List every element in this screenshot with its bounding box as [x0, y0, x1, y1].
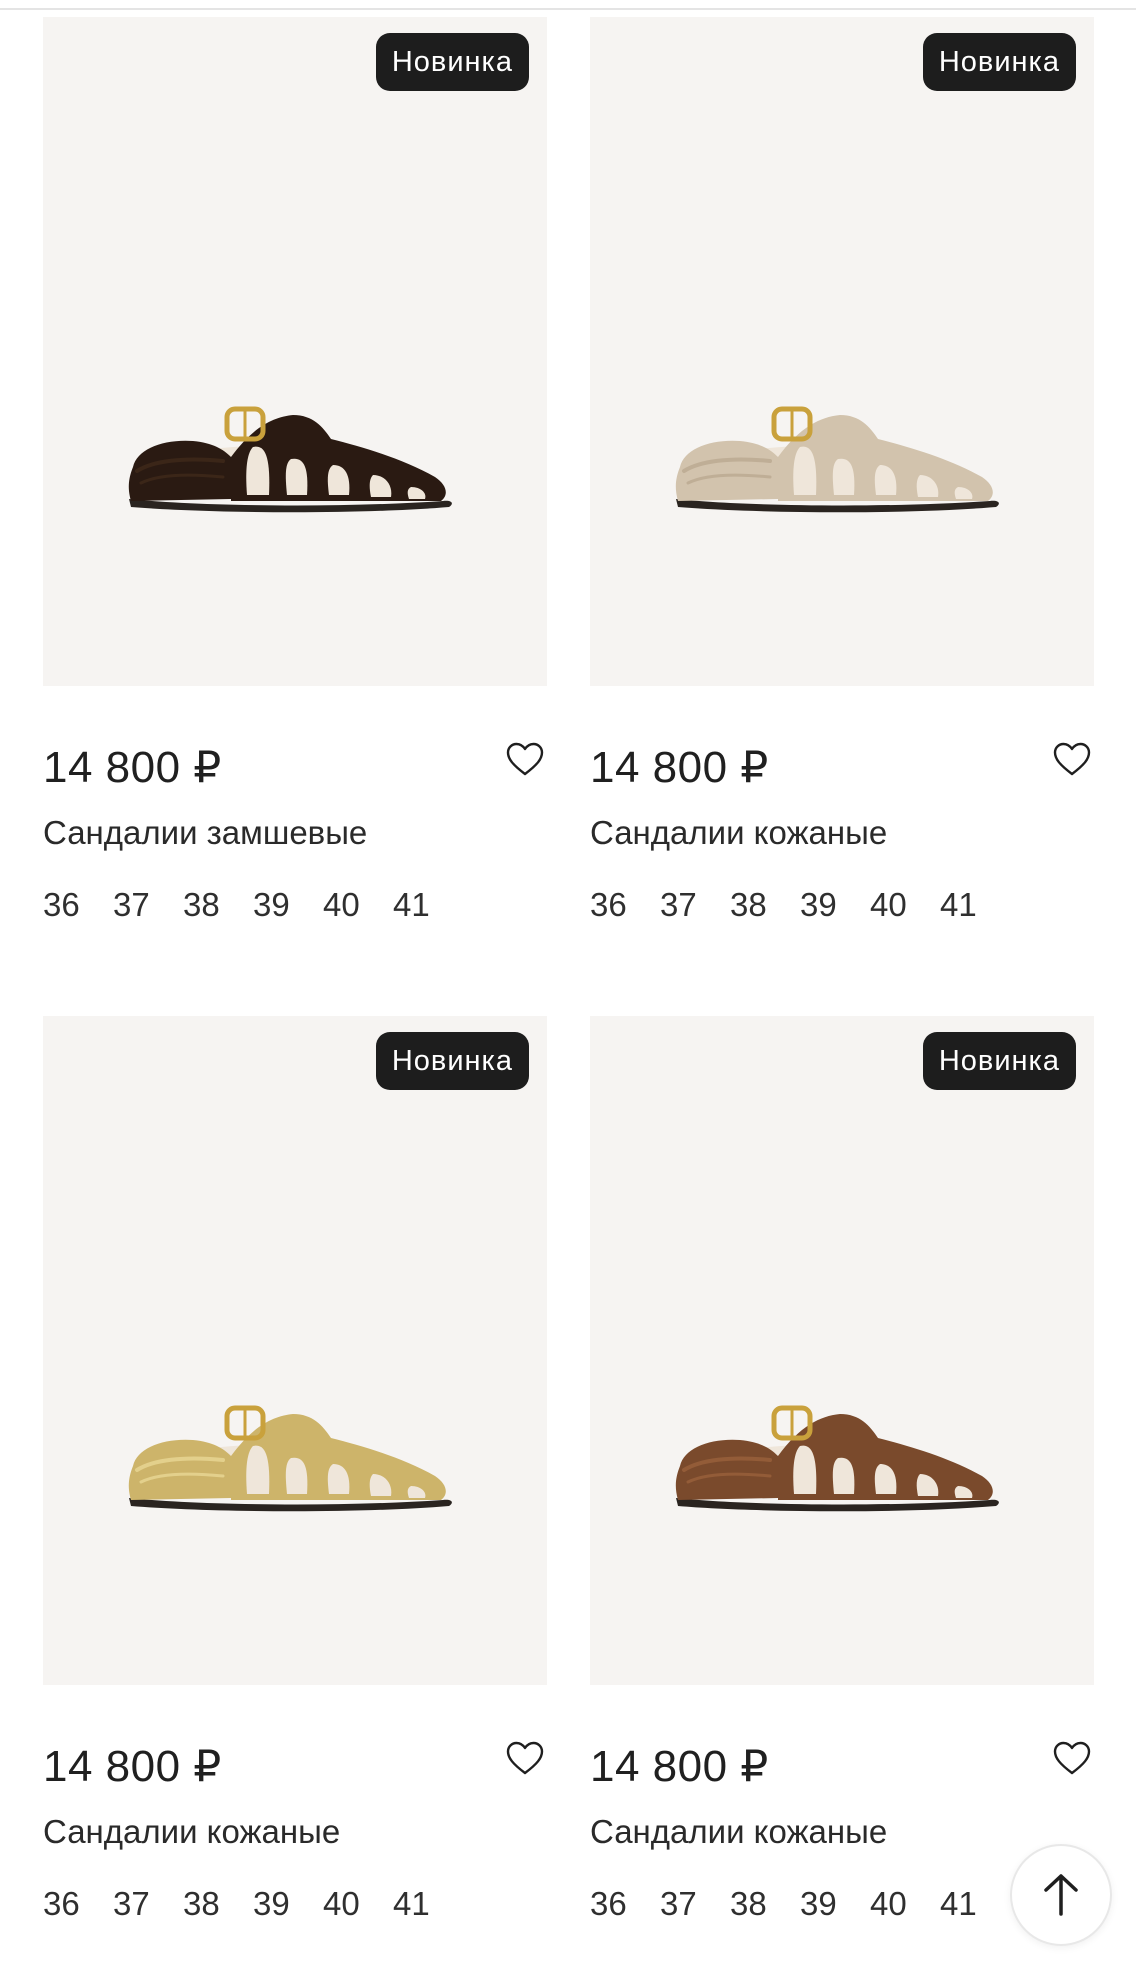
product-photo[interactable]: Новинка: [43, 1016, 547, 1685]
size-option[interactable]: 39: [253, 886, 323, 924]
product-price: 14 800 ₽: [590, 1742, 769, 1791]
size-list: 36 37 38 39 40 41: [590, 1885, 1010, 1923]
size-option[interactable]: 41: [940, 886, 1010, 924]
size-option[interactable]: 38: [183, 1885, 253, 1923]
product-photo[interactable]: Новинка: [43, 17, 547, 686]
product-card[interactable]: Новинка 14 800 ₽ Сандалии кожаные 36 37 …: [590, 17, 1094, 986]
size-option[interactable]: 39: [253, 1885, 323, 1923]
arrow-up-icon: [1044, 1874, 1078, 1916]
sandal-image: [675, 406, 999, 513]
product-name[interactable]: Сандалии кожаные: [590, 814, 887, 852]
product-info: 14 800 ₽ Сандалии кожаные 36 37 38 39 40…: [590, 1685, 1094, 1985]
size-option[interactable]: 36: [43, 1885, 113, 1923]
size-option[interactable]: 37: [660, 1885, 730, 1923]
sandal-image: [128, 1405, 452, 1512]
product-name[interactable]: Сандалии кожаные: [43, 1813, 340, 1851]
product-price: 14 800 ₽: [590, 743, 769, 792]
size-option[interactable]: 37: [113, 1885, 183, 1923]
product-photo[interactable]: Новинка: [590, 17, 1094, 686]
size-option[interactable]: 38: [730, 886, 800, 924]
size-option[interactable]: 40: [870, 886, 940, 924]
size-option[interactable]: 39: [800, 1885, 870, 1923]
new-badge: Новинка: [922, 33, 1076, 91]
size-option[interactable]: 41: [940, 1885, 1010, 1923]
product-grid: Новинка 14 800 ₽ Сандалии замшевые 36 37…: [0, 0, 1136, 1922]
sandal-image: [675, 1405, 999, 1512]
size-option[interactable]: 38: [183, 886, 253, 924]
size-option[interactable]: 40: [870, 1885, 940, 1923]
size-list: 36 37 38 39 40 41: [43, 1885, 463, 1923]
size-option[interactable]: 36: [590, 1885, 660, 1923]
new-badge: Новинка: [375, 33, 529, 91]
heart-outline-icon[interactable]: [505, 740, 545, 780]
product-price: 14 800 ₽: [43, 1742, 222, 1791]
size-option[interactable]: 36: [590, 886, 660, 924]
product-info: 14 800 ₽ Сандалии кожаные 36 37 38 39 40…: [43, 1685, 547, 1985]
product-info: 14 800 ₽ Сандалии кожаные 36 37 38 39 40…: [590, 686, 1094, 986]
scroll-to-top-button[interactable]: [1010, 1844, 1112, 1946]
size-option[interactable]: 38: [730, 1885, 800, 1923]
product-card[interactable]: Новинка 14 800 ₽ Сандалии кожаные 36 37 …: [590, 1016, 1094, 1985]
size-option[interactable]: 41: [393, 1885, 463, 1923]
size-list: 36 37 38 39 40 41: [590, 886, 1010, 924]
size-option[interactable]: 37: [113, 886, 183, 924]
new-badge: Новинка: [375, 1032, 529, 1090]
heart-outline-icon[interactable]: [1052, 740, 1092, 780]
size-option[interactable]: 39: [800, 886, 870, 924]
product-card[interactable]: Новинка 14 800 ₽ Сандалии кожаные 36 37 …: [43, 1016, 547, 1985]
product-name[interactable]: Сандалии кожаные: [590, 1813, 887, 1851]
size-option[interactable]: 40: [323, 1885, 393, 1923]
size-option[interactable]: 37: [660, 886, 730, 924]
product-name[interactable]: Сандалии замшевые: [43, 814, 367, 852]
heart-outline-icon[interactable]: [1052, 1739, 1092, 1779]
heart-outline-icon[interactable]: [505, 1739, 545, 1779]
product-photo[interactable]: Новинка: [590, 1016, 1094, 1685]
product-info: 14 800 ₽ Сандалии замшевые 36 37 38 39 4…: [43, 686, 547, 986]
size-option[interactable]: 40: [323, 886, 393, 924]
size-option[interactable]: 41: [393, 886, 463, 924]
product-card[interactable]: Новинка 14 800 ₽ Сандалии замшевые 36 37…: [43, 17, 547, 986]
product-price: 14 800 ₽: [43, 743, 222, 792]
size-option[interactable]: 36: [43, 886, 113, 924]
new-badge: Новинка: [922, 1032, 1076, 1090]
sandal-image: [128, 406, 452, 513]
size-list: 36 37 38 39 40 41: [43, 886, 463, 924]
